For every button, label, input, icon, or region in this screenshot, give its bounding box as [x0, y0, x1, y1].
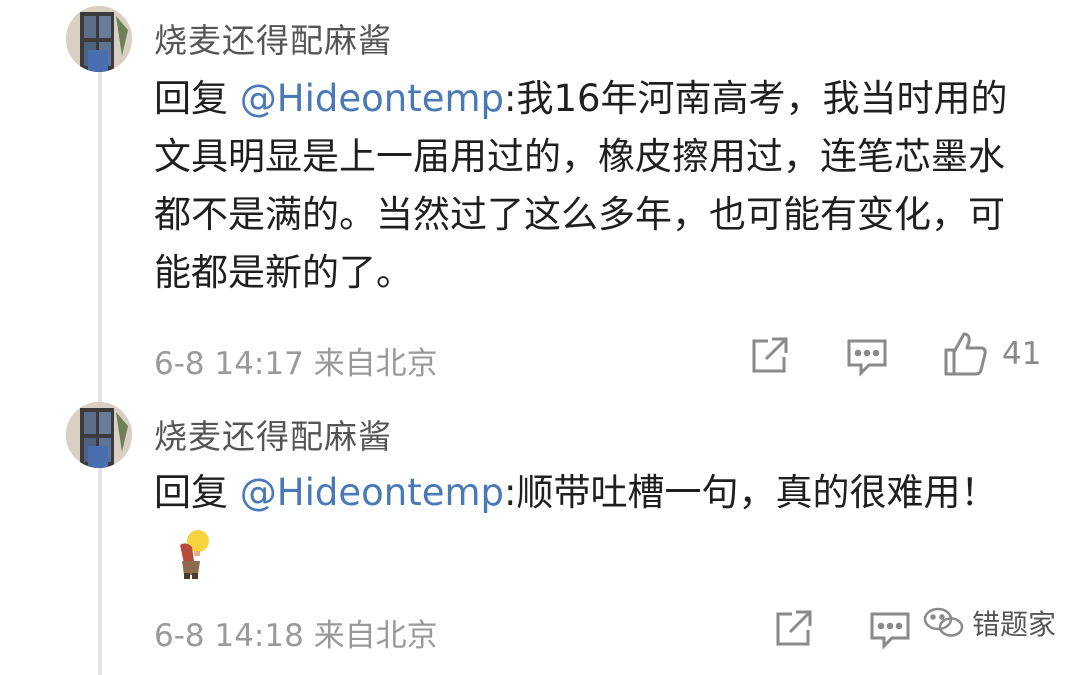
edit-button[interactable] [748, 335, 790, 377]
like-count: 41 [1002, 336, 1042, 372]
edit-icon [752, 337, 788, 373]
watermark: 错题家 [922, 603, 1056, 643]
comment-meta: 6-8 14:18 来自北京 [154, 610, 438, 655]
comment-body: 回复 @Hideontemp:顺带吐槽一句，真的很难用！ [154, 464, 1034, 580]
reply-button[interactable] [868, 608, 912, 650]
reply-prefix: 回复 [154, 77, 240, 120]
edit-icon [776, 610, 812, 646]
comment-meta: 6-8 14:17 来自北京 [154, 338, 438, 383]
edit-button[interactable] [772, 608, 814, 650]
comment-time: 6-8 14:17 [154, 346, 304, 382]
thread-line [98, 70, 102, 675]
doge-emoji [170, 527, 216, 579]
username[interactable]: 烧麦还得配麻酱 [154, 410, 392, 458]
comment-location: 来自北京 [313, 618, 438, 654]
reply-button[interactable] [845, 335, 889, 377]
reply-icon [847, 339, 887, 377]
mention-link[interactable]: @Hideontemp [240, 471, 504, 514]
reply-prefix: 回复 [154, 471, 240, 514]
wechat-icon [923, 607, 964, 637]
username[interactable]: 烧麦还得配麻酱 [154, 14, 392, 62]
watermark-text: 错题家 [972, 608, 1057, 641]
reply-icon [870, 612, 910, 650]
comment-time: 6-8 14:18 [154, 618, 304, 654]
comment-text: :顺带吐槽一句，真的很难用！ [504, 471, 998, 514]
comment-location: 来自北京 [313, 346, 438, 382]
thumbs-up-icon [944, 332, 987, 376]
like-button[interactable]: 41 [942, 330, 1041, 378]
avatar[interactable] [66, 6, 132, 72]
comment-body: 回复 @Hideontemp:我16年河南高考，我当时用的文具明显是上一届用过的… [154, 70, 1034, 302]
mention-link[interactable]: @Hideontemp [240, 77, 504, 120]
avatar[interactable] [66, 402, 132, 468]
